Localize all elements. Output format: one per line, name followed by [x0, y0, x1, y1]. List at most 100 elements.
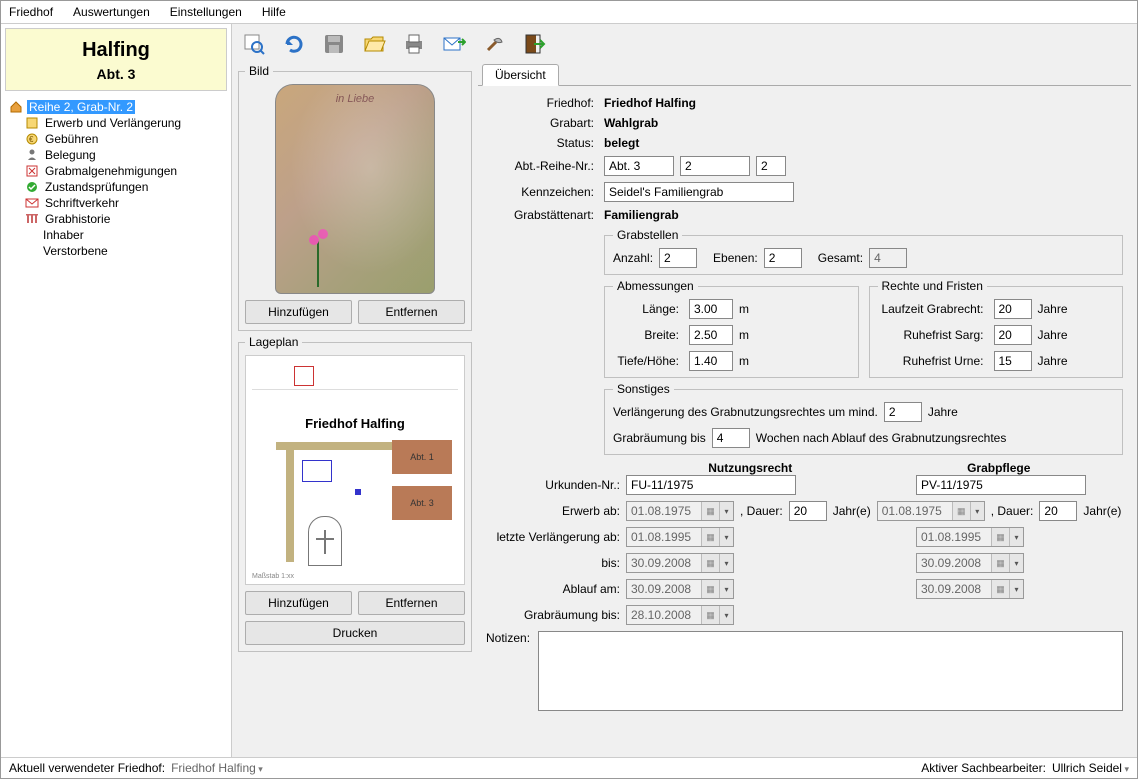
tree-gebuhren[interactable]: €Gebühren [25, 131, 227, 147]
calendar-icon[interactable]: ▦ [991, 580, 1009, 598]
tree-belegung[interactable]: Belegung [25, 147, 227, 163]
notes-textarea[interactable] [538, 631, 1123, 711]
urne-input[interactable] [994, 351, 1032, 371]
tab-ubersicht[interactable]: Übersicht [482, 64, 559, 86]
chevron-down-icon[interactable]: ▾ [719, 528, 733, 546]
dig-button[interactable] [478, 28, 510, 60]
ebenen-input[interactable] [764, 248, 802, 268]
status-friedhof-dropdown[interactable]: Friedhof Halfing [171, 761, 263, 775]
tree-historie-label: Grabhistorie [43, 212, 112, 226]
lauf-input[interactable] [994, 299, 1032, 319]
tiefe-input[interactable] [689, 351, 733, 371]
plan-abt3-label: Abt. 3 [392, 486, 452, 520]
chevron-down-icon[interactable]: ▾ [970, 502, 984, 520]
calendar-icon[interactable]: ▦ [952, 502, 970, 520]
print-button[interactable] [398, 28, 430, 60]
chevron-down-icon[interactable]: ▾ [719, 580, 733, 598]
plan-print-button[interactable]: Drucken [245, 621, 465, 645]
plan-abt1-label: Abt. 1 [392, 440, 452, 474]
chevron-down-icon[interactable]: ▾ [719, 502, 733, 520]
gr-nutz-date[interactable]: 28.10.2008▦▾ [626, 605, 734, 625]
save-button[interactable] [318, 28, 350, 60]
chevron-down-icon[interactable]: ▾ [1009, 528, 1023, 546]
chevron-down-icon[interactable]: ▾ [719, 606, 733, 624]
crest-icon [294, 366, 314, 386]
tree-historie[interactable]: Grabhistorie [25, 211, 227, 227]
calendar-icon[interactable]: ▦ [701, 528, 719, 546]
exit-button[interactable] [518, 28, 550, 60]
bild-panel: Bild in Liebe Hinzufügen Entfernen [238, 64, 472, 331]
plan-add-button[interactable]: Hinzufügen [245, 591, 352, 615]
urk-pflege-input[interactable] [916, 475, 1086, 495]
bis-pflege-date[interactable]: 30.09.2008▦▾ [916, 553, 1024, 573]
sidebar: Halfing Abt. 3 Reihe 2, Grab-Nr. 2 Erwer… [1, 24, 232, 757]
menu-friedhof[interactable]: Friedhof [9, 5, 53, 19]
raum-text1: Grabräumung bis [613, 431, 706, 445]
calendar-icon[interactable]: ▦ [701, 580, 719, 598]
tree-verstorbene[interactable]: Verstorbene [41, 243, 227, 259]
toolbar [232, 24, 1137, 64]
tree-schrift[interactable]: Schriftverkehr [25, 195, 227, 211]
ebenen-label: Ebenen: [713, 251, 758, 265]
nr-input[interactable] [756, 156, 786, 176]
person-icon [25, 148, 39, 162]
calendar-icon[interactable]: ▦ [991, 528, 1009, 546]
urk-nutz-input[interactable] [626, 475, 796, 495]
columns-icon [25, 212, 39, 226]
cemetery-title-box: Halfing Abt. 3 [5, 28, 227, 91]
dauer-pflege-input[interactable] [1039, 501, 1077, 521]
sarg-input[interactable] [994, 325, 1032, 345]
menu-auswertungen[interactable]: Auswertungen [73, 5, 150, 19]
calendar-icon[interactable]: ▦ [701, 554, 719, 572]
sarg-unit: Jahre [1038, 328, 1068, 342]
anzahl-input[interactable] [659, 248, 697, 268]
tab-row: Übersicht [478, 64, 1131, 86]
abt-input[interactable] [604, 156, 674, 176]
tree-root[interactable]: Reihe 2, Grab-Nr. 2 [9, 99, 227, 115]
details-column: Übersicht Friedhof:Friedhof Halfing Grab… [478, 64, 1131, 751]
chevron-down-icon[interactable]: ▾ [1009, 554, 1023, 572]
gesamt-label: Gesamt: [818, 251, 863, 265]
calendar-icon[interactable]: ▦ [701, 606, 719, 624]
siteplan-image[interactable]: Friedhof Halfing Abt. 1 Abt. 3 Maßstab 1… [245, 355, 465, 585]
grave-image[interactable]: in Liebe [275, 84, 435, 294]
lange-input[interactable] [689, 299, 733, 319]
abl-pflege-date[interactable]: 30.09.2008▦▾ [916, 579, 1024, 599]
verl-input[interactable] [884, 402, 922, 422]
chevron-down-icon[interactable]: ▾ [719, 554, 733, 572]
kenn-input[interactable] [604, 182, 794, 202]
tree-zustand-label: Zustandsprüfungen [43, 180, 150, 194]
nav-tree: Reihe 2, Grab-Nr. 2 Erwerb und Verlänger… [1, 95, 231, 757]
bild-add-button[interactable]: Hinzufügen [245, 300, 352, 324]
gart-value: Familiengrab [604, 208, 679, 222]
tree-inhaber[interactable]: Inhaber [41, 227, 227, 243]
tree-grabmal[interactable]: Grabmalgenehmigungen [25, 163, 227, 179]
calendar-icon[interactable]: ▦ [991, 554, 1009, 572]
menu-hilfe[interactable]: Hilfe [262, 5, 286, 19]
dauer-nutz-input[interactable] [789, 501, 827, 521]
raum-input[interactable] [712, 428, 750, 448]
calendar-icon[interactable]: ▦ [701, 502, 719, 520]
reihe-input[interactable] [680, 156, 750, 176]
bild-remove-button[interactable]: Entfernen [358, 300, 465, 324]
email-button[interactable] [438, 28, 470, 60]
lv-pflege-date[interactable]: 01.08.1995▦▾ [916, 527, 1024, 547]
erw-nutz-date[interactable]: 01.08.1975▦▾ [626, 501, 734, 521]
breite-input[interactable] [689, 325, 733, 345]
lv-nutz-date[interactable]: 01.08.1995▦▾ [626, 527, 734, 547]
refresh-button[interactable] [278, 28, 310, 60]
tree-erwerb[interactable]: Erwerb und Verlängerung [25, 115, 227, 131]
open-button[interactable] [358, 28, 390, 60]
plan-remove-button[interactable]: Entfernen [358, 591, 465, 615]
bis-nutz-date[interactable]: 30.09.2008▦▾ [626, 553, 734, 573]
sonstiges-legend: Sonstiges [613, 382, 674, 396]
tree-zustand[interactable]: Zustandsprüfungen [25, 179, 227, 195]
abl-nutz-date[interactable]: 30.09.2008▦▾ [626, 579, 734, 599]
chevron-down-icon[interactable]: ▾ [1009, 580, 1023, 598]
gr-nutz-date-value: 28.10.2008 [627, 608, 701, 622]
search-button[interactable] [238, 28, 270, 60]
erw-pflege-date[interactable]: 01.08.1975▦▾ [877, 501, 985, 521]
menu-einstellungen[interactable]: Einstellungen [170, 5, 242, 19]
tiefe-label: Tiefe/Höhe: [613, 354, 683, 368]
status-user-dropdown[interactable]: Ullrich Seidel [1052, 761, 1129, 775]
